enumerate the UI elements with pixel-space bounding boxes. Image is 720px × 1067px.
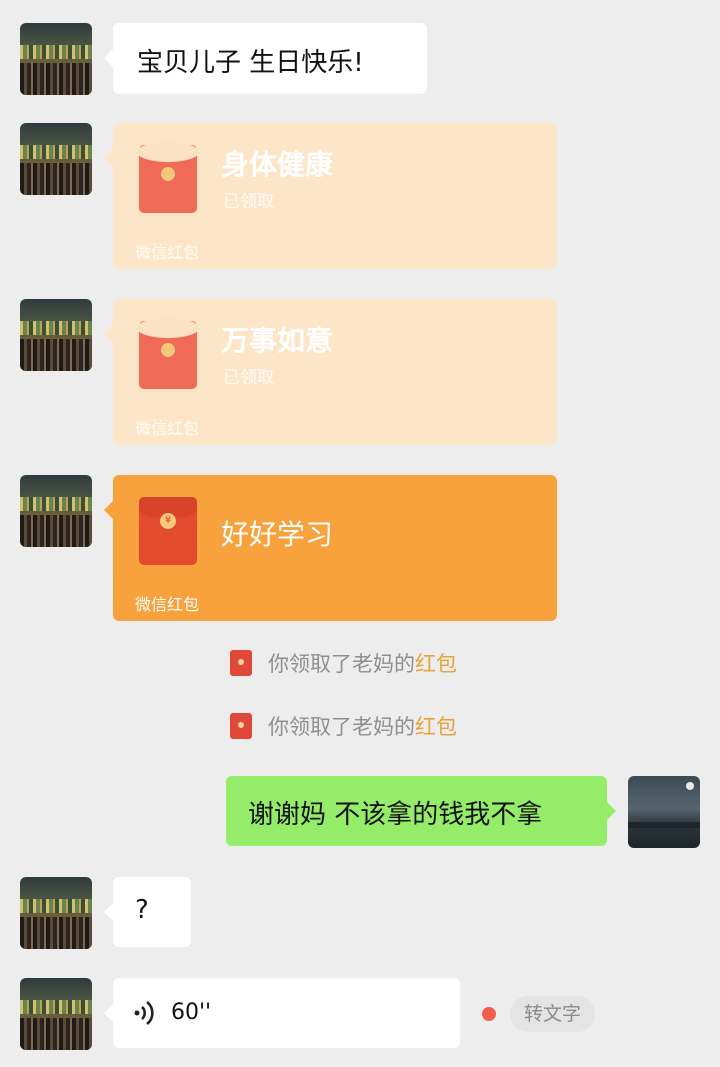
- message-text: ?: [135, 895, 149, 925]
- message-text: 谢谢妈 不该拿的钱我不拿: [248, 800, 543, 830]
- red-packet-brand: 微信红包: [135, 243, 200, 262]
- avatar-mom[interactable]: [20, 877, 92, 949]
- message-text: 宝贝儿子 生日快乐!: [137, 48, 364, 78]
- red-packet-link[interactable]: 红包: [415, 711, 457, 741]
- red-packet-icon: ¥: [139, 497, 197, 565]
- system-notice: 你领取了老妈的 红包: [230, 711, 457, 741]
- red-packet-opened[interactable]: 身体健康 已领取 微信红包: [104, 123, 557, 269]
- red-packet-new[interactable]: ¥ 好好学习 微信红包: [104, 475, 557, 621]
- system-notice: 你领取了老妈的 红包: [230, 648, 457, 678]
- notice-text: 你领取了老妈的: [268, 652, 415, 676]
- outgoing-message-bubble[interactable]: 谢谢妈 不该拿的钱我不拿: [226, 776, 616, 846]
- avatar-mom[interactable]: [20, 475, 92, 547]
- notice-text: 你领取了老妈的: [268, 715, 415, 739]
- avatar-mom[interactable]: [20, 123, 92, 195]
- red-packet-icon: [137, 142, 199, 213]
- avatar-self[interactable]: [628, 776, 700, 848]
- unread-dot-icon: [482, 1007, 496, 1021]
- red-packet-title: 身体健康: [221, 148, 334, 181]
- red-packet-brand: 微信红包: [135, 595, 200, 614]
- red-packet-title: 好好学习: [221, 518, 334, 551]
- convert-to-text-button[interactable]: 转文字: [510, 996, 596, 1032]
- red-packet-brand: 微信红包: [135, 419, 200, 438]
- avatar-mom[interactable]: [20, 978, 92, 1050]
- red-packet-link[interactable]: 红包: [415, 648, 457, 678]
- voice-message-bubble[interactable]: 60'': [104, 978, 460, 1048]
- avatar-mom[interactable]: [20, 23, 92, 95]
- red-packet-title: 万事如意: [221, 324, 334, 357]
- message-bubble[interactable]: 宝贝儿子 生日快乐!: [104, 23, 427, 94]
- yuan-coin: ¥: [160, 513, 176, 529]
- red-packet-status: 已领取: [223, 192, 274, 212]
- avatar-mom[interactable]: [20, 299, 92, 371]
- message-bubble[interactable]: ?: [104, 877, 191, 947]
- red-packet-icon: [137, 318, 199, 389]
- voice-wave-icon: [134, 1000, 154, 1026]
- voice-duration: 60'': [171, 1000, 212, 1025]
- mini-red-packet-icon: [230, 650, 252, 676]
- red-packet-status: 已领取: [223, 368, 274, 388]
- mini-red-packet-icon: [230, 713, 252, 739]
- red-packet-opened[interactable]: 万事如意 已领取 微信红包: [104, 299, 557, 445]
